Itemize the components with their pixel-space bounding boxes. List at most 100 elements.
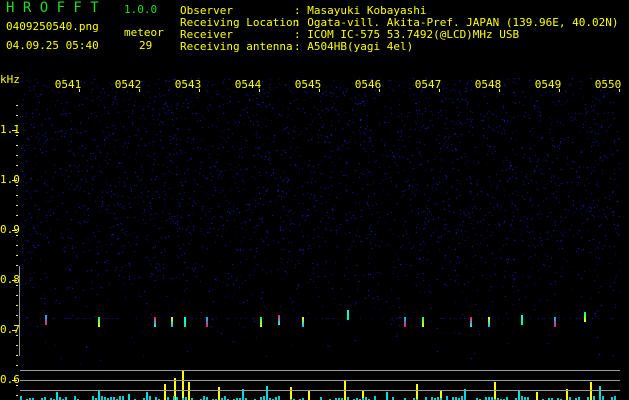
datetime: 04.09.25 05:40 (6, 39, 99, 52)
count-bar (20, 396, 22, 400)
count-bar (590, 382, 592, 400)
count-bar (149, 396, 151, 400)
freq-tick (12, 280, 17, 281)
info-value: : A504HB(yagi 4el) (294, 40, 414, 53)
time-label: 0541 (54, 78, 82, 91)
minor-tick (16, 105, 18, 106)
minor-tick (16, 275, 18, 276)
freq-tick (12, 180, 17, 181)
time-label: 0543 (174, 78, 202, 91)
minor-tick (16, 335, 18, 336)
count-bar (614, 396, 616, 400)
time-tick (259, 89, 260, 92)
time-label: 0548 (474, 78, 502, 91)
time-label: 0550 (594, 78, 622, 91)
info-label: Receiving antenna (180, 40, 293, 53)
minor-tick (16, 375, 18, 376)
file-name: 0409250540.png (6, 20, 99, 33)
minor-tick (16, 255, 18, 256)
meteor-echo (488, 317, 490, 327)
time-tick (379, 89, 380, 92)
minor-tick (16, 205, 18, 206)
count-bar (164, 384, 166, 400)
meteor-echo (521, 314, 523, 325)
minor-tick (16, 285, 18, 286)
count-bar (74, 396, 76, 400)
meteor-count: 29 (139, 39, 153, 52)
minor-tick (16, 395, 18, 396)
spectrogram (20, 78, 620, 365)
time-label: 0546 (354, 78, 382, 91)
gridline (20, 390, 620, 391)
time-tick (499, 89, 500, 92)
count-bar (446, 396, 448, 400)
count-bar (263, 396, 265, 400)
time-tick (619, 89, 620, 92)
count-bar (92, 396, 94, 400)
time-tick (319, 89, 320, 92)
time-tick (559, 89, 560, 92)
count-bar (416, 384, 418, 400)
meteor-echo (554, 317, 556, 327)
minor-tick (16, 265, 18, 266)
meteor-echo (98, 317, 100, 327)
minor-tick (16, 125, 18, 126)
meteor-echo (260, 317, 262, 327)
gridline (20, 380, 620, 381)
freq-tick (12, 230, 17, 231)
meteor-echo (171, 317, 174, 327)
count-bar (101, 396, 103, 400)
count-bar (224, 396, 226, 400)
minor-tick (16, 315, 18, 316)
time-tick (439, 89, 440, 92)
minor-tick (16, 155, 18, 156)
meteor-echo (278, 314, 280, 325)
count-bar (119, 396, 121, 400)
minor-tick (16, 225, 18, 226)
axis-unit: kHz (0, 73, 20, 86)
count-bar (599, 396, 601, 400)
minor-tick (16, 355, 18, 356)
meteor-echo (470, 317, 472, 327)
meteor-echo (404, 317, 406, 327)
count-bar (242, 396, 244, 400)
meteor-echo (154, 317, 157, 327)
count-bar (122, 396, 124, 400)
count-bar (494, 382, 496, 400)
minor-tick (16, 325, 18, 326)
minor-tick (16, 165, 18, 166)
count-bar (56, 392, 58, 400)
minor-tick (16, 115, 18, 116)
count-bar (374, 396, 376, 400)
count-bar (593, 396, 595, 400)
minor-tick (16, 295, 18, 296)
time-label: 0544 (234, 78, 262, 91)
time-tick (79, 89, 80, 92)
minor-tick (16, 175, 18, 176)
axis-line (19, 266, 20, 356)
time-label: 0549 (534, 78, 562, 91)
time-tick (199, 89, 200, 92)
count-bar (521, 396, 523, 400)
minor-tick (16, 245, 18, 246)
meteor-echo (584, 312, 586, 322)
minor-tick (16, 145, 18, 146)
minor-tick (16, 215, 18, 216)
minor-tick (16, 195, 18, 196)
count-bar (602, 396, 604, 400)
time-tick (139, 89, 140, 92)
minor-tick (16, 305, 18, 306)
minor-tick (16, 345, 18, 346)
count-bar (188, 382, 190, 400)
meteor-label: meteor (124, 26, 164, 39)
count-bar (461, 396, 463, 400)
count-bar (173, 396, 175, 400)
meteor-echo (422, 317, 424, 327)
freq-tick (12, 130, 17, 131)
count-bar (278, 396, 280, 400)
meteor-echo (183, 317, 186, 327)
count-bar (536, 392, 538, 400)
app-version: 1.0.0 (124, 3, 158, 16)
minor-tick (16, 235, 18, 236)
app-title: H R O F F T (6, 0, 99, 16)
